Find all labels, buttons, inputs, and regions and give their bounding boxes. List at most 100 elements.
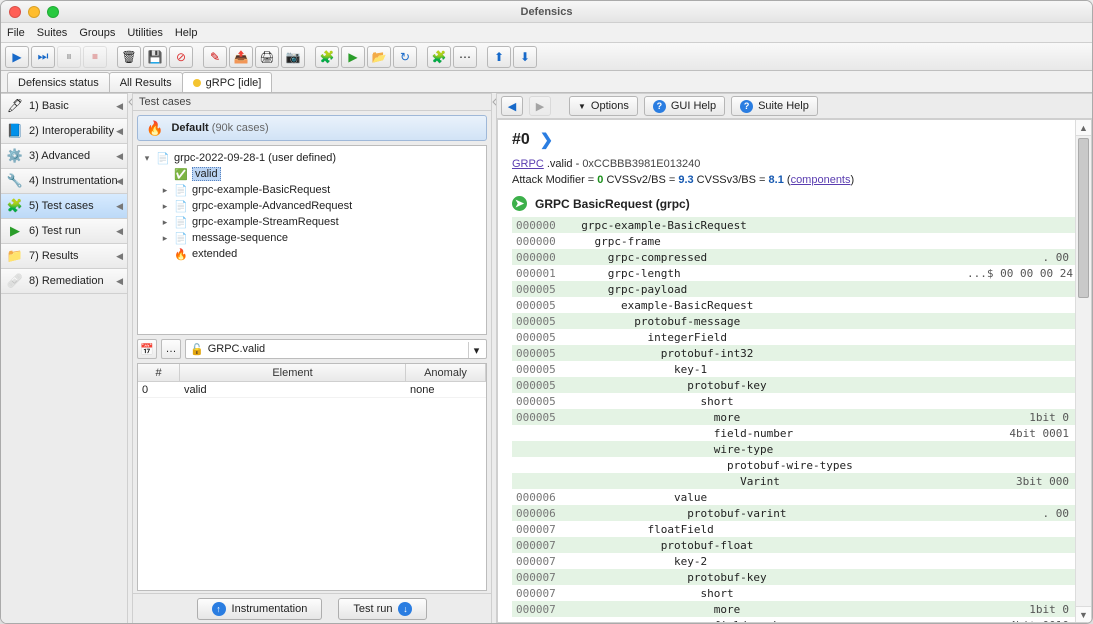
tree-row[interactable]: ▸📄grpc-example-AdvancedRequest <box>140 198 484 214</box>
play-icon[interactable]: ▶ <box>5 46 29 68</box>
case-meta-line2: Attack Modifier = 0 CVSSv2/BS = 9.3 CVSS… <box>512 174 1077 186</box>
sidebar-item-4[interactable]: 🧩5) Test cases◀ <box>1 193 127 219</box>
struct-row[interactable]: wire-type <box>512 441 1077 457</box>
menu-utilities[interactable]: Utilities <box>127 27 162 39</box>
struct-row[interactable]: 000007 short <box>512 585 1077 601</box>
nav-back-icon[interactable]: ◀ <box>501 96 523 116</box>
struct-row[interactable]: 000005 key-1 <box>512 361 1077 377</box>
struct-row[interactable]: 000005 example-BasicRequest <box>512 297 1077 313</box>
tree-row[interactable]: ✅valid <box>140 166 484 182</box>
menu-file[interactable]: File <box>7 27 25 39</box>
more-icon[interactable]: … <box>161 339 181 359</box>
tab-grpc[interactable]: gRPC [idle] <box>182 72 273 92</box>
grpc-link[interactable]: GRPC <box>512 158 544 170</box>
struct-row[interactable]: 000007 protobuf-float <box>512 537 1077 553</box>
open-folder-icon[interactable]: 📂 <box>367 46 391 68</box>
up-icon[interactable]: ⬆ <box>487 46 511 68</box>
sidebar-item-7[interactable]: 🩹8) Remediation◀ <box>1 268 127 294</box>
step-icon[interactable]: ⏭ <box>31 46 55 68</box>
gui-help-button[interactable]: ?GUI Help <box>644 96 725 116</box>
struct-row[interactable]: 000005 protobuf-key <box>512 377 1077 393</box>
struct-row[interactable]: 000005 protobuf-int32 <box>512 345 1077 361</box>
tree-row[interactable]: ▸📄grpc-example-StreamRequest <box>140 214 484 230</box>
struct-row[interactable]: 000005 short <box>512 393 1077 409</box>
struct-row[interactable]: 000007 protobuf-key <box>512 569 1077 585</box>
struct-row[interactable]: 000001 grpc-length...$ 00 00 00 24 <box>512 265 1077 281</box>
path-input[interactable]: 🔓 GRPC.valid ▾ <box>185 339 487 359</box>
save-icon[interactable]: 💾 <box>143 46 167 68</box>
tree-row[interactable]: ▸📄grpc-example-BasicRequest <box>140 182 484 198</box>
scroll-down-icon[interactable]: ▼ <box>1076 606 1091 622</box>
tree-row[interactable]: 🔥extended <box>140 246 484 262</box>
struct-row[interactable]: Varint3bit 000 <box>512 473 1077 489</box>
sidebar-label: 5) Test cases <box>29 200 94 212</box>
edit-icon[interactable]: ✎ <box>203 46 227 68</box>
tab-all-results[interactable]: All Results <box>109 72 183 92</box>
struct-row[interactable]: 000005 grpc-payload <box>512 281 1077 297</box>
sidebar-icon: 🖊 <box>7 98 23 114</box>
next-case-icon[interactable]: ❯ <box>540 130 553 150</box>
camera-icon[interactable]: 📷 <box>281 46 305 68</box>
sidebar-item-2[interactable]: ⚙️3) Advanced◀ <box>1 143 127 169</box>
sidebar-item-6[interactable]: 📁7) Results◀ <box>1 243 127 269</box>
struct-row[interactable]: 000007 key-2 <box>512 553 1077 569</box>
scroll-thumb[interactable] <box>1078 138 1089 298</box>
config-icon[interactable]: ⋯ <box>453 46 477 68</box>
sidebar-item-0[interactable]: 🖊1) Basic◀ <box>1 93 127 119</box>
plugin-icon[interactable]: 🧩 <box>315 46 339 68</box>
scroll-up-icon[interactable]: ▲ <box>1076 120 1091 136</box>
col-element[interactable]: Element <box>180 364 406 381</box>
struct-row[interactable]: protobuf-wire-types <box>512 457 1077 473</box>
export-icon[interactable]: 📤 <box>229 46 253 68</box>
struct-row[interactable]: 000000 grpc-example-BasicRequest <box>512 217 1077 233</box>
center-panel: Test cases 🔥 Default (90k cases) ▾📄grpc-… <box>133 93 491 623</box>
addon-icon[interactable]: 🧩 <box>427 46 451 68</box>
struct-row[interactable]: 000000 grpc-frame <box>512 233 1077 249</box>
menu-suites[interactable]: Suites <box>37 27 68 39</box>
tabstrip: Defensics status All Results gRPC [idle] <box>1 71 1092 93</box>
print-icon[interactable]: 🖨 <box>255 46 279 68</box>
down-icon[interactable]: ⬇ <box>513 46 537 68</box>
suite-help-button[interactable]: ?Suite Help <box>731 96 818 116</box>
struct-row[interactable]: 000000 grpc-compressed. 00 <box>512 249 1077 265</box>
struct-row[interactable]: 000005 protobuf-message <box>512 313 1077 329</box>
tab-defensics-status[interactable]: Defensics status <box>7 72 110 92</box>
default-group-bar[interactable]: 🔥 Default (90k cases) <box>137 115 487 141</box>
components-link[interactable]: components <box>791 174 851 186</box>
test-tree[interactable]: ▾📄grpc-2022-09-28-1 (user defined)✅valid… <box>137 145 487 335</box>
struct-row[interactable]: field-number4bit 0001 <box>512 425 1077 441</box>
struct-row[interactable]: 000007 more1bit 0 <box>512 601 1077 617</box>
table-row[interactable]: 0validnone <box>138 382 486 398</box>
struct-row[interactable]: 000006 value <box>512 489 1077 505</box>
col-anomaly[interactable]: Anomaly <box>406 364 486 381</box>
menu-groups[interactable]: Groups <box>79 27 115 39</box>
struct-row[interactable]: field-number4bit 0010 <box>512 617 1077 623</box>
sidebar-item-3[interactable]: 🔧4) Instrumentation◀ <box>1 168 127 194</box>
tree-row[interactable]: ▾📄grpc-2022-09-28-1 (user defined) <box>140 150 484 166</box>
col-index[interactable]: # <box>138 364 180 381</box>
trash-icon[interactable]: 🗑 <box>117 46 141 68</box>
disclosure-icon[interactable]: ▸ <box>160 217 170 228</box>
run-green-icon[interactable]: ▶ <box>341 46 365 68</box>
disclosure-icon[interactable]: ▸ <box>160 233 170 244</box>
testrun-button[interactable]: Test run↓ <box>338 598 427 620</box>
struct-row[interactable]: 000005 more1bit 0 <box>512 409 1077 425</box>
struct-tree[interactable]: 000000 grpc-example-BasicRequest000000 g… <box>512 217 1077 623</box>
menu-help[interactable]: Help <box>175 27 198 39</box>
options-button[interactable]: ▼Options <box>569 96 638 116</box>
calendar-icon[interactable]: 📅 <box>137 339 157 359</box>
struct-row[interactable]: 000005 integerField <box>512 329 1077 345</box>
disclosure-icon[interactable]: ▸ <box>160 201 170 212</box>
struct-row[interactable]: 000006 protobuf-varint. 00 <box>512 505 1077 521</box>
sidebar-item-1[interactable]: 📘2) Interoperability◀ <box>1 118 127 144</box>
scrollbar[interactable]: ▲ ▼ <box>1075 120 1091 622</box>
sidebar-item-5[interactable]: ▶6) Test run◀ <box>1 218 127 244</box>
disclosure-icon[interactable]: ▾ <box>142 153 152 164</box>
cancel-icon[interactable]: ⊘ <box>169 46 193 68</box>
refresh-icon[interactable]: ↻ <box>393 46 417 68</box>
struct-row[interactable]: 000007 floatField <box>512 521 1077 537</box>
disclosure-icon[interactable]: ▸ <box>160 185 170 196</box>
instrumentation-button[interactable]: ↑Instrumentation <box>197 598 323 620</box>
chevron-down-icon[interactable]: ▾ <box>468 342 484 358</box>
tree-row[interactable]: ▸📄message-sequence <box>140 230 484 246</box>
